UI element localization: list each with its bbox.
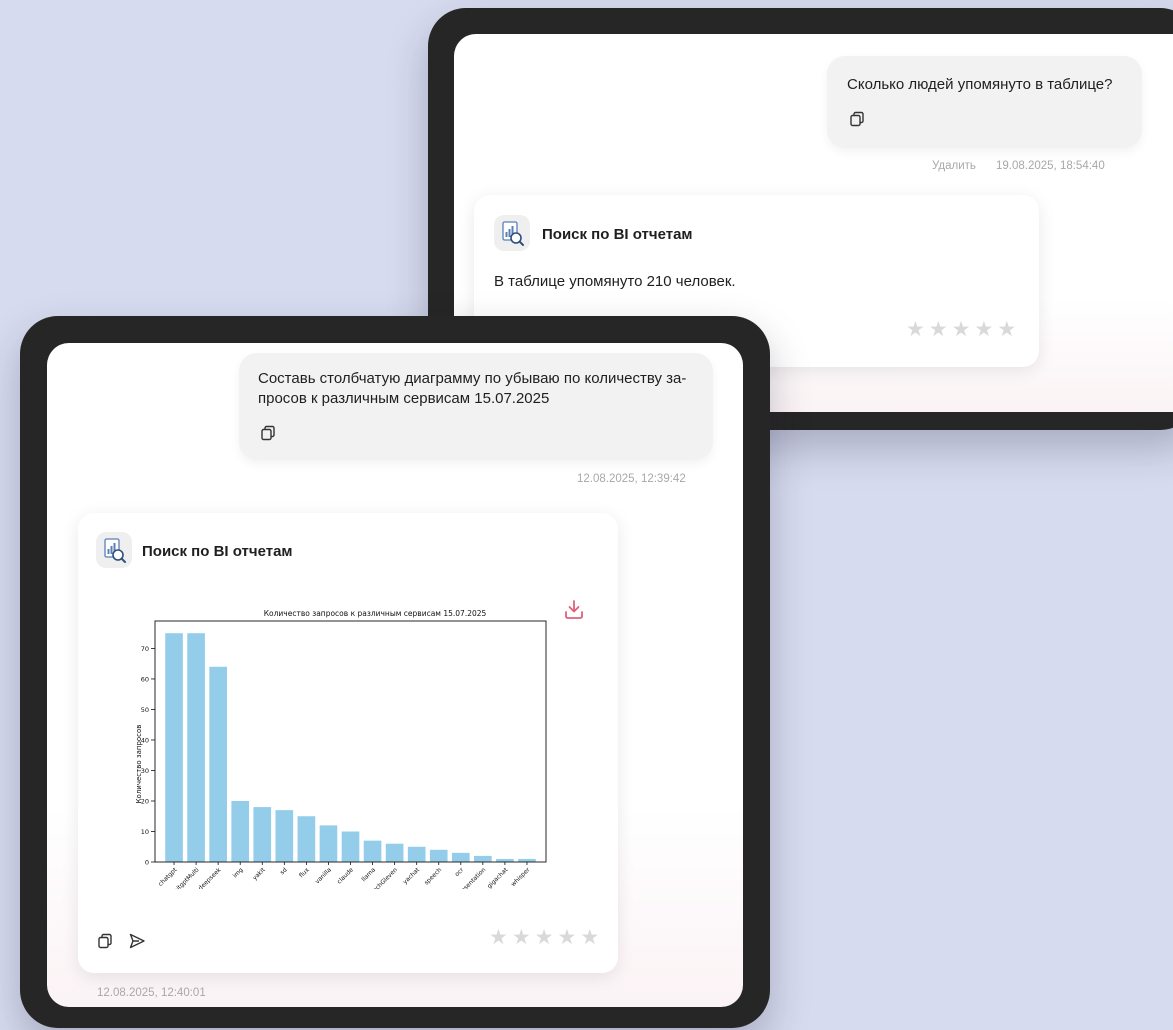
user-message-text: Сколько людей упомянуто в таблице? — [847, 76, 1113, 93]
bot-message-timestamp: 12.08.2025, 12:40:01 — [97, 987, 206, 999]
front-chat-screen: Составь столбчатую диаграмму по убываю п… — [47, 343, 743, 1007]
y-tick-label: 70 — [141, 645, 149, 653]
x-tick-label: vanilla — [314, 866, 333, 885]
send-icon[interactable] — [128, 932, 146, 950]
bi-report-search-icon — [502, 221, 524, 246]
x-tick-label: img — [232, 866, 245, 879]
rating-stars: ★ ★ ★ ★ ★ — [906, 319, 1016, 340]
bar — [407, 846, 426, 862]
x-tick-label: whisper — [510, 866, 532, 888]
bot-avatar — [494, 215, 530, 251]
bar — [474, 855, 492, 862]
star-icon[interactable]: ★ — [997, 319, 1016, 340]
star-icon[interactable]: ★ — [489, 927, 508, 948]
bar — [363, 840, 382, 862]
y-tick-label: 50 — [141, 706, 149, 714]
star-icon[interactable]: ★ — [929, 319, 948, 340]
y-tick-label: 20 — [141, 797, 149, 805]
user-message-text-line-1: Составь столбчатую диаграмму по убываю п… — [258, 370, 687, 387]
bot-message-card: Поиск по BI отчетам Количество запросов … — [78, 513, 618, 973]
copy-icon[interactable] — [97, 933, 113, 949]
x-tick-label: flux — [298, 866, 311, 879]
message-timestamp: 12.08.2025, 12:39:42 — [577, 473, 686, 485]
bot-message-text: В таблице упомянуто 210 человек. — [494, 273, 736, 290]
bar — [275, 810, 294, 862]
bar — [341, 831, 360, 862]
y-tick-label: 30 — [141, 767, 149, 775]
bar — [209, 666, 227, 862]
bar — [231, 800, 250, 862]
star-icon[interactable]: ★ — [512, 927, 531, 948]
user-message-bubble: Сколько людей упомянуто в таблице? — [827, 56, 1142, 148]
x-tick-label: llama — [360, 866, 377, 883]
copy-icon[interactable] — [260, 425, 276, 441]
user-message-bubble: Составь столбчатую диаграмму по убываю п… — [239, 353, 713, 460]
y-tick-label: 60 — [141, 675, 149, 683]
rating-stars: ★ ★ ★ ★ ★ — [489, 927, 599, 948]
x-tick-label: speech — [423, 866, 443, 886]
x-tick-label: bitgptMulti — [173, 866, 201, 889]
bot-name: Поиск по BI отчетам — [142, 543, 293, 560]
x-tick-label: sd — [279, 866, 289, 876]
star-icon[interactable]: ★ — [952, 319, 971, 340]
x-tick-label: claude — [336, 866, 355, 885]
star-icon[interactable]: ★ — [974, 319, 993, 340]
star-icon[interactable]: ★ — [535, 927, 554, 948]
bot-name: Поиск по BI отчетам — [542, 226, 693, 243]
x-tick-label: chatgpt — [157, 866, 179, 888]
chart-title: Количество запросов к различным сервисам… — [264, 609, 487, 618]
bar — [518, 858, 536, 862]
bar — [451, 852, 470, 862]
x-tick-label: gigachat — [486, 866, 510, 889]
star-icon[interactable]: ★ — [580, 927, 599, 948]
bar — [429, 849, 448, 862]
bar-chart: Количество запросов к различным сервисам… — [135, 609, 547, 889]
bar — [496, 858, 514, 862]
y-tick-label: 40 — [141, 736, 149, 744]
delete-message-link[interactable]: Удалить — [932, 160, 976, 172]
bar — [165, 633, 183, 862]
bar — [385, 843, 404, 862]
x-tick-label: yachat — [402, 866, 422, 886]
star-icon[interactable]: ★ — [906, 319, 925, 340]
y-tick-label: 0 — [145, 859, 149, 867]
star-icon[interactable]: ★ — [557, 927, 576, 948]
bar — [253, 807, 272, 862]
copy-icon[interactable] — [849, 111, 865, 127]
bar — [297, 816, 316, 862]
bi-report-search-icon — [104, 538, 126, 563]
x-tick-label: yakit — [251, 866, 267, 882]
x-tick-label: ocr — [454, 866, 466, 878]
bot-avatar — [96, 532, 132, 568]
message-timestamp: 19.08.2025, 18:54:40 — [996, 160, 1105, 172]
x-tick-label: deepseek — [197, 866, 223, 889]
bar — [187, 633, 205, 862]
front-device-frame: Составь столбчатую диаграмму по убываю п… — [20, 316, 770, 1028]
user-message-text-line-2: просов к различным сервисам 15.07.2025 — [258, 390, 550, 407]
y-tick-label: 10 — [141, 828, 149, 836]
bar — [319, 825, 338, 862]
